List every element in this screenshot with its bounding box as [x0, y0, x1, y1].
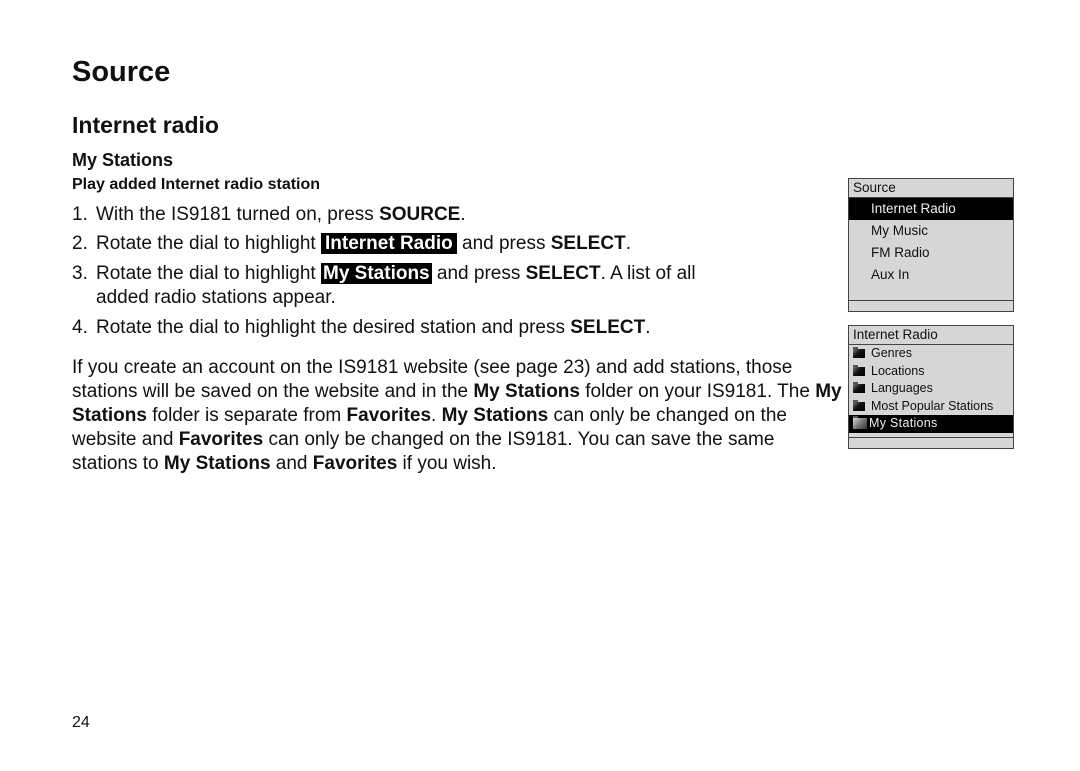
step-text: . — [460, 204, 466, 225]
step-number: 2. — [72, 233, 88, 254]
step-4: 4. Rotate the dial to highlight the desir… — [72, 316, 650, 340]
bold-term: My Stations — [163, 453, 271, 474]
menu-item-label: Genres — [871, 346, 912, 360]
menu-item-locations: Locations — [849, 363, 1013, 381]
button-name: SOURCE — [379, 204, 461, 225]
step-text: . — [645, 317, 651, 338]
procedure-heading: Play added Internet radio station — [72, 176, 321, 193]
step-text: Rotate the dial to highlight — [96, 233, 321, 254]
screen-footer — [849, 300, 1013, 311]
screen-title: Internet Radio — [849, 326, 1013, 345]
step-1: 1. With the IS9181 turned on, press SOURC… — [72, 203, 466, 227]
bold-term: My Stations — [441, 405, 549, 426]
menu-item-most-popular-stations: Most Popular Stations — [849, 398, 1013, 416]
paragraph-text: and — [270, 453, 313, 474]
menu-item-genres: Genres — [849, 345, 1013, 363]
step-text: and press — [431, 263, 526, 284]
step-text: . A list of all — [600, 263, 696, 284]
body-paragraph: If you create an account on the IS9181 w… — [72, 356, 842, 476]
menu-item-label: Locations — [871, 363, 925, 378]
paragraph-text: folder is separate from — [146, 405, 347, 426]
highlighted-menu-item: Internet Radio — [321, 233, 457, 254]
menu-item-aux-in: Aux In — [871, 267, 910, 282]
paragraph-text: if you wish. — [397, 453, 497, 474]
menu-item-label: Most Popular Stations — [871, 398, 994, 413]
menu-item-internet-radio: Internet Radio — [849, 198, 1013, 220]
screen-spacer — [849, 286, 1013, 300]
step-text: With the IS9181 turned on, press — [96, 204, 380, 225]
menu-item-languages: Languages — [849, 380, 1013, 398]
folder-icon — [853, 399, 865, 411]
paragraph-text: folder on your IS9181. The — [579, 381, 816, 402]
step-number: 3. — [72, 263, 88, 284]
source-screen: Source Internet Radio My Music FM Radio … — [848, 178, 1014, 312]
subsection-heading: My Stations — [72, 150, 174, 170]
step-2: 2. Rotate the dial to highlight Internet … — [72, 232, 631, 256]
step-text: Rotate the dial to highlight the desired… — [96, 317, 571, 338]
button-name: SELECT — [570, 317, 646, 338]
paragraph-text: . — [431, 405, 442, 426]
step-continuation: added radio stations appear. — [96, 287, 336, 308]
folder-icon — [853, 382, 865, 394]
menu-item-label: My Stations — [869, 416, 938, 430]
button-name: SELECT — [525, 263, 601, 284]
menu-item-fm-radio: FM Radio — [871, 245, 930, 260]
folder-icon — [853, 364, 865, 376]
highlighted-menu-item: My Stations — [321, 263, 432, 284]
bold-term: Favorites — [346, 405, 432, 426]
section-heading: Internet radio — [72, 112, 219, 138]
page-title: Source — [72, 56, 171, 88]
step-number: 4. — [72, 317, 88, 338]
step-text: Rotate the dial to highlight — [96, 263, 321, 284]
step-text: . — [625, 233, 631, 254]
menu-item-my-music: My Music — [871, 223, 928, 238]
button-name: SELECT — [550, 233, 626, 254]
bold-term: My Stations — [473, 381, 580, 402]
menu-item-label: Languages — [871, 381, 933, 395]
step-3: 3. Rotate the dial to highlight My Statio… — [72, 262, 696, 310]
step-text: and press — [456, 233, 551, 254]
bold-term: Favorites — [312, 453, 398, 474]
folder-icon — [853, 416, 867, 430]
folder-icon — [853, 347, 865, 359]
step-number: 1. — [72, 204, 88, 225]
internet-radio-screen: Internet Radio Genres Locations Language… — [848, 325, 1014, 449]
bold-term: Favorites — [178, 429, 264, 450]
screen-footer — [849, 436, 1013, 448]
screen-title: Source — [849, 179, 1013, 198]
page-number: 24 — [72, 714, 90, 731]
menu-item-my-stations: My Stations — [849, 415, 1013, 433]
